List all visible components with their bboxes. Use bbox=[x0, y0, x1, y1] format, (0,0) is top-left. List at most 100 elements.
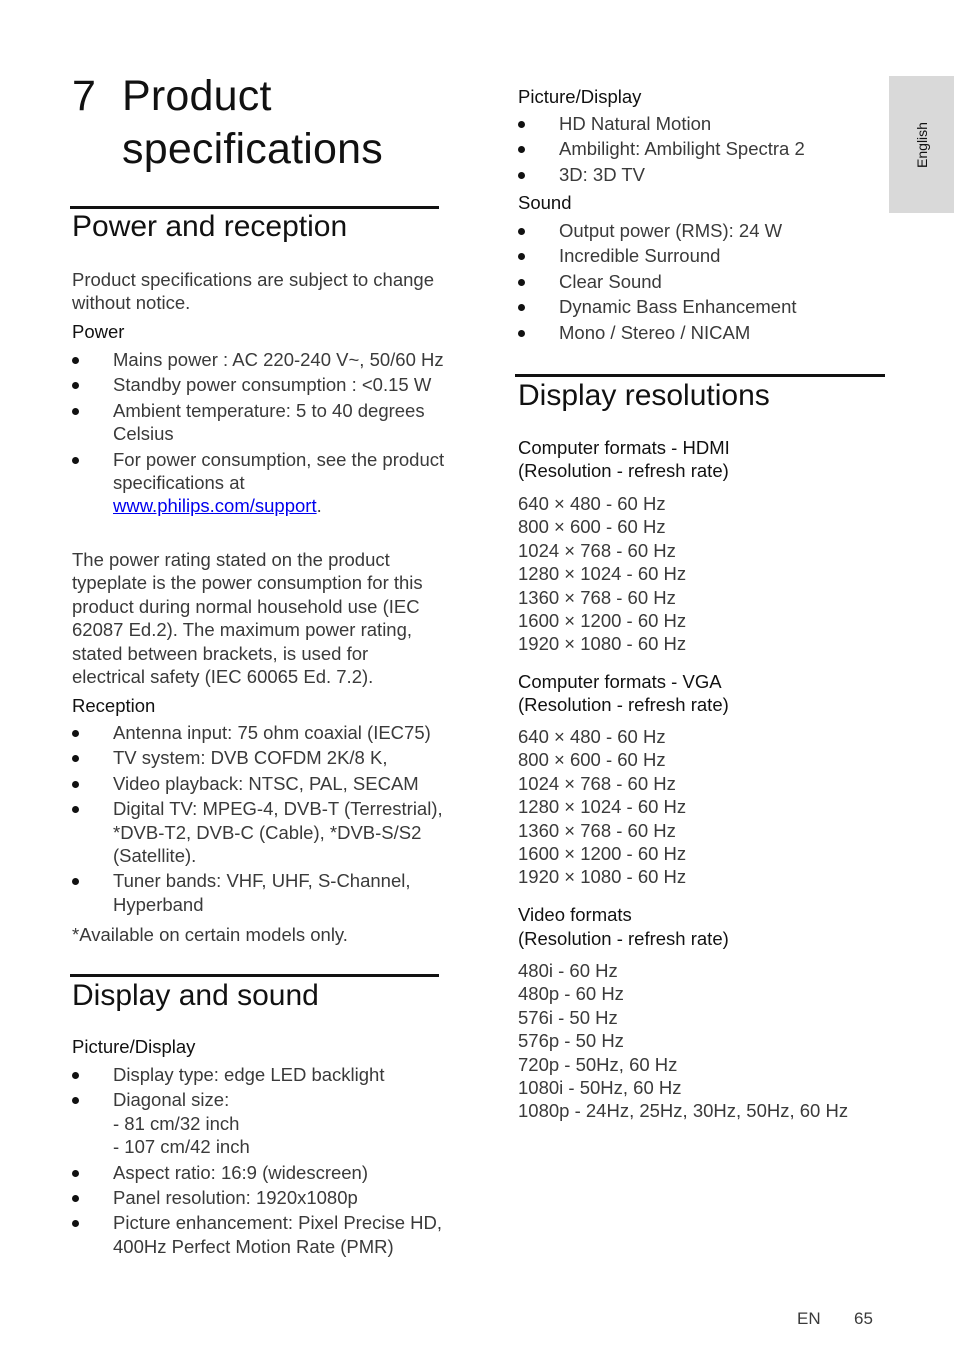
list-item: Ambilight: Ambilight Spectra 2 bbox=[518, 137, 888, 160]
bullet-icon bbox=[72, 806, 79, 814]
list-item: Panel resolution: 1920x1080p bbox=[72, 1186, 447, 1209]
bullet-icon bbox=[72, 780, 79, 788]
video-heading-line1: Video formats bbox=[518, 904, 632, 925]
vga-heading-line1: Computer formats - VGA bbox=[518, 671, 722, 692]
language-tab-label: English bbox=[913, 121, 930, 168]
language-tab: English bbox=[889, 76, 954, 213]
bullet-icon bbox=[72, 755, 79, 763]
list-item: Output power (RMS): 24 W bbox=[518, 219, 888, 242]
bullet-icon bbox=[72, 1169, 79, 1177]
resolution-row: 1280 × 1024 - 60 Hz bbox=[518, 796, 687, 818]
format-row: 1080p - 24Hz, 25Hz, 30Hz, 50Hz, 60 Hz bbox=[518, 1100, 849, 1122]
bullet-icon bbox=[72, 730, 79, 737]
list-item: TV system: DVB COFDM 2K/8 K, bbox=[72, 746, 447, 769]
resolution-row: 1600 × 1200 - 60 Hz bbox=[518, 843, 687, 865]
list-item: Picture enhancement: Pixel Precise HD, 4… bbox=[72, 1211, 447, 1258]
list-item: Diagonal size: - 81 cm/32 inch - 107 cm/… bbox=[72, 1088, 447, 1158]
bullet-icon bbox=[518, 228, 525, 235]
bullet-icon bbox=[72, 407, 79, 415]
list-item: Video playback: NTSC, PAL, SECAM bbox=[72, 772, 447, 795]
list-item: Digital TV: MPEG-4, DVB-T (Terrestrial),… bbox=[72, 797, 447, 867]
format-row: 480p - 60 Hz bbox=[518, 983, 624, 1005]
sound-list: Output power (RMS): 24 W Incredible Surr… bbox=[518, 219, 888, 344]
picture-display-list: Display type: edge LED backlight Diagona… bbox=[72, 1063, 447, 1258]
hdmi-heading-line1: Computer formats - HDMI bbox=[518, 437, 730, 458]
list-item: Antenna input: 75 ohm coaxial (IEC75) bbox=[72, 721, 447, 744]
footer-language: EN bbox=[797, 1309, 821, 1328]
power-list: Mains power : AC 220-240 V~, 50/60 Hz St… bbox=[72, 348, 447, 518]
bullet-icon bbox=[518, 121, 525, 128]
resolution-row: 1360 × 768 - 60 Hz bbox=[518, 586, 676, 608]
list-item: Mono / Stereo / NICAM bbox=[518, 321, 888, 344]
bullet-icon bbox=[518, 253, 525, 261]
bullet-icon bbox=[518, 329, 525, 337]
list-item: 3D: 3D TV bbox=[518, 163, 888, 186]
video-format-list: 480i - 60 Hz 480p - 60 Hz 576i - 50 Hz 5… bbox=[518, 959, 848, 1123]
vga-heading-line2: (Resolution - refresh rate) bbox=[518, 694, 729, 715]
philips-support-link[interactable]: www.philips.com/support bbox=[113, 495, 317, 516]
bullet-icon bbox=[518, 171, 525, 179]
bullet-icon bbox=[518, 304, 525, 312]
bullet-icon bbox=[72, 357, 79, 364]
resolution-row: 1920 × 1080 - 60 Hz bbox=[518, 866, 687, 888]
list-item: HD Natural Motion bbox=[518, 112, 888, 135]
bullet-icon bbox=[72, 1195, 79, 1203]
list-item: Incredible Surround bbox=[518, 244, 888, 267]
list-item: Standby power consumption : <0.15 W bbox=[72, 373, 447, 396]
list-item: Clear Sound bbox=[518, 270, 888, 293]
diagonal-size-option: - 81 cm/32 inch bbox=[113, 1112, 240, 1134]
power-rating-note: The power rating stated on the product t… bbox=[72, 549, 423, 688]
section-heading-display-sound: Display and sound bbox=[72, 979, 319, 1012]
bullet-icon bbox=[72, 1072, 79, 1079]
intro-text: Product specifications are subject to ch… bbox=[72, 269, 434, 314]
section-heading-power-reception: Power and reception bbox=[72, 210, 348, 243]
list-item: Ambient temperature: 5 to 40 degrees Cel… bbox=[72, 399, 447, 446]
resolution-row: 640 × 480 - 60 Hz bbox=[518, 493, 666, 514]
bullet-icon bbox=[518, 278, 525, 286]
resolution-row: 800 × 600 - 60 Hz bbox=[518, 749, 666, 771]
format-row: 720p - 50Hz, 60 Hz bbox=[518, 1053, 678, 1075]
page-number: 65 bbox=[854, 1309, 873, 1328]
video-heading-line2: (Resolution - refresh rate) bbox=[518, 928, 729, 949]
section-heading-display-resolutions: Display resolutions bbox=[518, 379, 770, 412]
bullet-icon bbox=[72, 878, 79, 886]
list-item: Dynamic Bass Enhancement bbox=[518, 295, 888, 318]
resolution-row: 1360 × 768 - 60 Hz bbox=[518, 819, 676, 841]
list-item: Tuner bands: VHF, UHF, S-Channel, Hyperb… bbox=[72, 869, 447, 916]
format-row: 480i - 60 Hz bbox=[518, 960, 618, 981]
bullet-icon bbox=[72, 382, 79, 390]
resolution-row: 800 × 600 - 60 Hz bbox=[518, 516, 666, 538]
resolution-row: 1280 × 1024 - 60 Hz bbox=[518, 563, 687, 585]
power-heading: Power bbox=[72, 321, 125, 342]
bullet-icon bbox=[72, 456, 79, 464]
bullet-icon bbox=[72, 1220, 79, 1228]
bullet-icon bbox=[518, 146, 525, 154]
chapter-number: 7 bbox=[72, 72, 97, 120]
vga-resolution-list: 640 × 480 - 60 Hz 800 × 600 - 60 Hz 1024… bbox=[518, 725, 686, 889]
reception-list: Antenna input: 75 ohm coaxial (IEC75) TV… bbox=[72, 721, 447, 916]
resolution-row: 1024 × 768 - 60 Hz bbox=[518, 772, 676, 794]
bullet-icon bbox=[72, 1097, 79, 1105]
resolution-row: 1024 × 768 - 60 Hz bbox=[518, 539, 676, 561]
format-row: 576i - 50 Hz bbox=[518, 1006, 618, 1028]
list-item: Display type: edge LED backlight bbox=[72, 1063, 447, 1086]
hdmi-heading-line2: (Resolution - refresh rate) bbox=[518, 460, 729, 481]
sound-heading: Sound bbox=[518, 192, 572, 213]
format-row: 576p - 50 Hz bbox=[518, 1030, 624, 1052]
footnote: *Available on certain models only. bbox=[72, 924, 348, 945]
list-item: Mains power : AC 220-240 V~, 50/60 Hz bbox=[72, 348, 447, 371]
list-item: Aspect ratio: 16:9 (widescreen) bbox=[72, 1161, 447, 1184]
resolution-row: 1920 × 1080 - 60 Hz bbox=[518, 633, 687, 655]
picture-display-cont-heading: Picture/Display bbox=[518, 86, 642, 107]
picture-display-cont-list: HD Natural Motion Ambilight: Ambilight S… bbox=[518, 112, 888, 186]
list-item: For power consumption, see the product s… bbox=[72, 448, 447, 518]
section-divider bbox=[515, 374, 885, 377]
picture-display-heading: Picture/Display bbox=[72, 1036, 196, 1057]
format-row: 1080i - 50Hz, 60 Hz bbox=[518, 1077, 682, 1099]
resolution-row: 640 × 480 - 60 Hz bbox=[518, 726, 666, 747]
section-divider bbox=[70, 974, 439, 977]
resolution-row: 1600 × 1200 - 60 Hz bbox=[518, 610, 687, 632]
diagonal-size-option: - 107 cm/42 inch bbox=[113, 1136, 250, 1158]
reception-heading: Reception bbox=[72, 695, 156, 716]
hdmi-resolution-list: 640 × 480 - 60 Hz 800 × 600 - 60 Hz 1024… bbox=[518, 492, 686, 656]
